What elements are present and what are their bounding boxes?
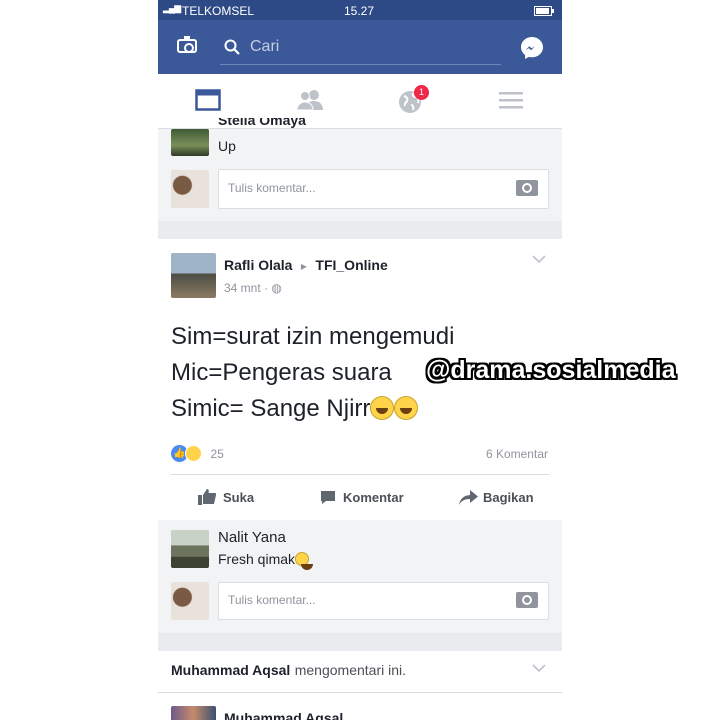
like-label: Suka — [223, 490, 255, 505]
friends-icon — [296, 90, 323, 111]
comment-icon — [321, 491, 335, 504]
commenter-name[interactable]: Nalit Yana — [218, 529, 286, 546]
post-comments: Nalit Yana Fresh qimak Tulis komentar... — [158, 520, 562, 633]
next-post-action: mengomentari ini. — [294, 662, 407, 678]
globe-icon: ◍ — [271, 281, 282, 295]
tab-notifications[interactable] — [360, 74, 461, 128]
camera-icon[interactable] — [516, 180, 538, 196]
author-avatar[interactable] — [171, 253, 216, 298]
carrier-name: TELKOMSEL — [182, 4, 255, 18]
chevron-down-icon[interactable] — [532, 664, 546, 673]
commenter-avatar[interactable] — [171, 530, 209, 568]
haha-reaction-icon — [185, 445, 202, 463]
next-post-card: Muhammad Aqsal — [158, 693, 562, 720]
reactions[interactable]: 👍 25 — [171, 445, 224, 463]
share-label: Bagikan — [483, 490, 534, 505]
post-author[interactable]: Rafli Olala — [224, 257, 292, 273]
share-button[interactable]: Bagikan — [459, 476, 539, 520]
post-line: Sim=surat izin mengemudi — [171, 323, 455, 350]
chevron-down-icon[interactable] — [532, 255, 546, 264]
battery-icon — [534, 6, 554, 16]
search-icon — [224, 39, 240, 55]
previous-post-comments: Stella Omaya Up Tulis komentar... — [158, 118, 562, 221]
tab-menu[interactable] — [461, 74, 562, 128]
status-bar: ▂▄▆ TELKOMSEL 15.27 — [158, 0, 562, 20]
comment-placeholder: Tulis komentar... — [228, 181, 316, 195]
thumbs-up-icon — [198, 489, 216, 505]
laughing-emoji-icon — [370, 396, 395, 420]
post-group[interactable]: TFI_Online — [315, 257, 387, 273]
clock: 15.27 — [344, 4, 375, 18]
next-post-header: Muhammad Aqsal mengomentari ini. — [158, 651, 562, 693]
avatar[interactable] — [171, 129, 209, 156]
menu-icon — [499, 92, 523, 109]
search-input[interactable]: Cari — [220, 30, 501, 65]
search-placeholder: Cari — [250, 38, 280, 55]
comment-placeholder: Tulis komentar... — [228, 593, 316, 607]
next-post-author[interactable]: Muhammad Aqsal — [224, 710, 343, 720]
post-line: Simic= Sange Njirr — [171, 395, 371, 422]
top-bar: Cari — [158, 20, 562, 74]
divider — [171, 474, 549, 475]
current-user-avatar — [171, 582, 209, 620]
reaction-count: 25 — [210, 446, 224, 461]
commenter-name[interactable]: Stella Omaya — [218, 118, 306, 128]
author-avatar[interactable] — [171, 706, 216, 720]
comment-count[interactable]: 6 Komentar — [486, 447, 548, 461]
comment-button[interactable]: Komentar — [320, 476, 410, 520]
camera-icon[interactable] — [516, 592, 538, 608]
comment-input[interactable]: Tulis komentar... — [218, 169, 549, 209]
comment-text: Fresh qimak — [218, 551, 296, 567]
comment-input[interactable]: Tulis komentar... — [218, 582, 549, 620]
watermark: @drama.sosialmedia — [426, 356, 676, 384]
comment-label: Komentar — [343, 490, 404, 505]
camera-icon[interactable] — [177, 36, 197, 53]
laughing-emoji-icon — [295, 552, 314, 570]
post-line: Mic=Pengeras suara — [171, 359, 392, 386]
arrow-icon: ▸ — [300, 259, 307, 273]
messenger-icon[interactable] — [520, 36, 544, 60]
next-post-commenter[interactable]: Muhammad Aqsal — [171, 662, 290, 678]
post-time[interactable]: 34 mnt — [224, 281, 261, 295]
signal-icon: ▂▄▆ — [163, 3, 181, 13]
comment-text: Up — [218, 138, 236, 154]
laughing-emoji-icon — [394, 396, 419, 420]
like-button[interactable]: Suka — [198, 476, 268, 520]
post-actions: Suka Komentar Bagikan — [158, 476, 562, 520]
news-feed-icon — [195, 89, 221, 111]
notification-badge: 1 — [414, 85, 429, 100]
share-icon — [459, 490, 478, 505]
current-user-avatar — [171, 170, 209, 208]
post-body: Sim=surat izin mengemudi Mic=Pengeras su… — [171, 319, 454, 427]
